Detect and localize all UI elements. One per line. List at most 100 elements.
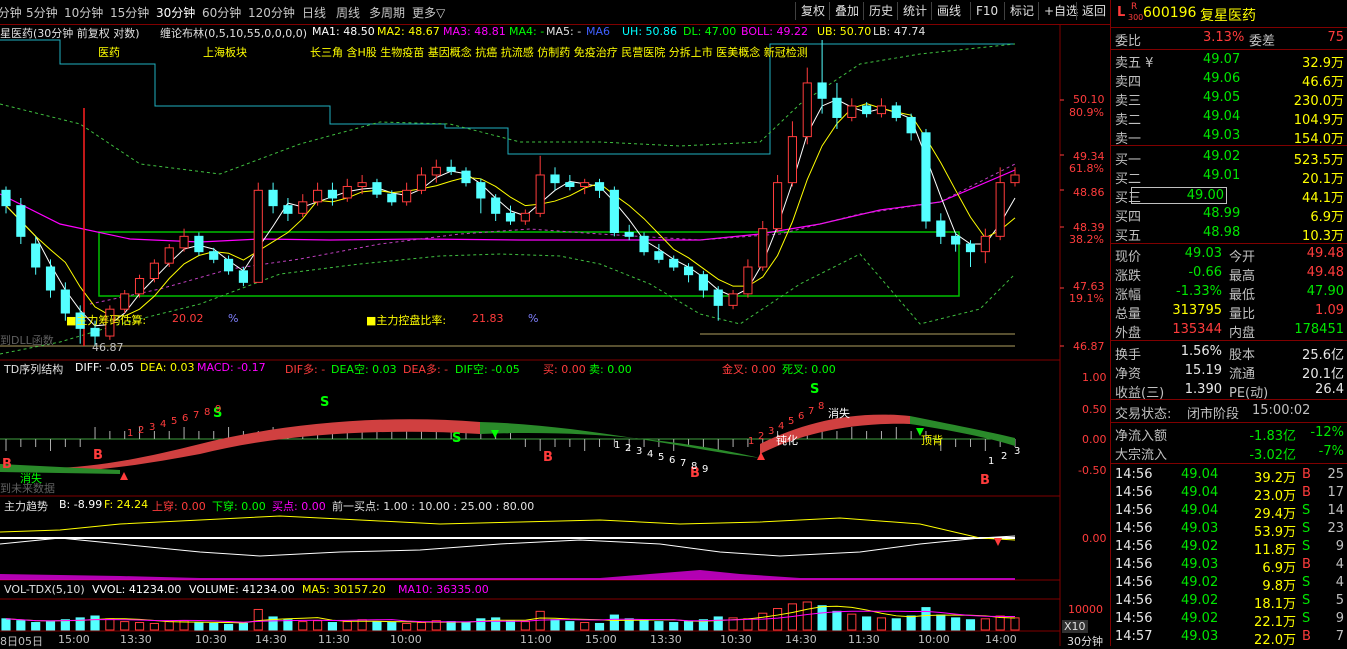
ask-volume: 104.9万: [1293, 113, 1344, 128]
tick-count: 17: [1327, 485, 1344, 500]
bid-volume: 10.3万: [1302, 229, 1344, 244]
concept-industry: 医药: [98, 46, 120, 59]
candle-body: [372, 182, 382, 195]
period-tab-2[interactable]: 10分钟: [64, 4, 103, 21]
stat2-value: 1.56%: [1180, 344, 1222, 359]
toolbar-button-2[interactable]: 历史: [863, 2, 893, 20]
bid-volume: 6.9万: [1310, 210, 1344, 225]
bid-row[interactable]: 买五 48.98 10.3万: [1111, 224, 1347, 244]
bid-row[interactable]: 买四 48.99 6.9万: [1111, 205, 1347, 225]
period-tab-4[interactable]: 30分钟: [156, 4, 195, 21]
tick-side: B: [1302, 557, 1311, 572]
bid-row[interactable]: 买一 49.02 523.5万: [1111, 148, 1347, 168]
tick-time: 14:56: [1115, 557, 1153, 572]
ask-row[interactable]: 卖二 49.04 104.9万: [1111, 108, 1347, 128]
period-tab-0[interactable]: 1分钟: [0, 4, 22, 21]
toolbar-button-4[interactable]: 画线: [931, 2, 961, 20]
stat2-value: 15.19: [1184, 363, 1222, 378]
period-tab-7[interactable]: 日线: [302, 4, 326, 21]
volume-bar: [609, 614, 619, 631]
tick-row[interactable]: 14:56 49.04 29.4万 S 14: [1111, 502, 1347, 522]
volume-bar: [802, 601, 812, 631]
volume-bar: [164, 621, 174, 631]
bid-row[interactable]: 买二 49.01 20.1万: [1111, 167, 1347, 187]
toolbar-button-7[interactable]: +自选: [1038, 2, 1078, 20]
tick-row[interactable]: 14:56 49.03 53.9万 S 23: [1111, 520, 1347, 540]
volume-bar: [520, 621, 530, 631]
volume-bar: [283, 619, 293, 631]
volume-bar: [416, 622, 427, 631]
candle-body: [550, 174, 560, 184]
candle-body: [149, 262, 159, 280]
bid-price: 49.00: [1131, 187, 1227, 204]
stat-label-2: 内盘: [1229, 326, 1256, 341]
toolbar-button-1[interactable]: 叠加: [829, 2, 859, 20]
volume-bar: [223, 623, 234, 631]
toolbar-button-3[interactable]: 统计: [897, 2, 927, 20]
tick-row[interactable]: 14:56 49.04 23.0万 B 17: [1111, 484, 1347, 504]
volume-bar: [268, 616, 278, 631]
trend-f-line: [0, 515, 1016, 541]
toolbar-button-8[interactable]: 返回: [1076, 2, 1106, 20]
tick-row[interactable]: 14:56 49.02 22.1万 S 9: [1111, 610, 1347, 630]
period-tab-1[interactable]: 5分钟: [26, 4, 58, 21]
ask-row[interactable]: 卖一 49.03 154.0万: [1111, 127, 1347, 147]
period-tab-6[interactable]: 120分钟: [248, 4, 295, 21]
period-tab-5[interactable]: 60分钟: [202, 4, 241, 21]
toolbar-button-6[interactable]: 标记: [1004, 2, 1034, 20]
stat2-row: 净资 15.19 流通 20.1亿: [1111, 362, 1347, 382]
volume-bar: [387, 622, 397, 631]
candle-body: [535, 174, 545, 214]
stat-value: 49.03: [1184, 246, 1222, 261]
volume-bar: [683, 621, 694, 631]
period-tab-8[interactable]: 周线: [336, 4, 360, 21]
trend-maidian: 买点: 0.00: [272, 500, 326, 513]
td-signal-marker: B: [980, 473, 990, 488]
td-count-marker: 6: [798, 411, 804, 422]
weicha-label: 委差: [1249, 34, 1276, 49]
candle-body: [253, 189, 263, 283]
ask-row[interactable]: 卖四 49.06 46.6万: [1111, 70, 1347, 90]
bid-label: 买一: [1115, 153, 1142, 168]
td-count-marker: 2: [138, 425, 144, 436]
concept-list: 长三角 含H股 生物疫苗 基因概念 抗癌 抗流感 仿制药 免疫治疗 民营医院 分…: [310, 46, 808, 59]
volume-bar: [60, 619, 70, 631]
kline-chart[interactable]: BB BB BSSSS1 2 3 4 5 6 7 8 91 2 3 4 5 6 7 8 91 2 3 4 5 6 7 81 2 3: [0, 24, 1110, 646]
tick-side: S: [1302, 575, 1311, 590]
time-label: 10:00: [918, 633, 950, 646]
volume-bar: [876, 617, 887, 631]
stat-label: 现价: [1115, 250, 1142, 265]
ask-row[interactable]: 卖五 ¥ 49.07 32.9万: [1111, 51, 1347, 71]
volume-bar: [906, 615, 916, 631]
period-tab-9[interactable]: 多周期: [369, 4, 405, 21]
candle-body: [268, 189, 278, 207]
tick-side: S: [1302, 593, 1311, 608]
volume-bar: [1, 618, 11, 631]
candle-body: [817, 82, 827, 99]
tick-row[interactable]: 14:56 49.02 18.1万 S 5: [1111, 592, 1347, 612]
tick-row[interactable]: 14:56 49.04 39.2万 B 25: [1111, 466, 1347, 486]
tick-row[interactable]: 14:57 49.03 22.0万 B 7: [1111, 628, 1347, 648]
candle-body: [624, 231, 634, 237]
candle-body: [980, 235, 990, 253]
period-tab-10[interactable]: 更多▽: [412, 4, 445, 21]
td-signal-marker: B: [2, 457, 12, 472]
ma5-value: MA5: -: [546, 25, 582, 38]
ask-row[interactable]: 卖三 49.05 230.0万: [1111, 89, 1347, 109]
volume-bar: [639, 620, 649, 631]
bid-row[interactable]: 买三 49.00 44.1万: [1111, 186, 1347, 206]
axis-price-6: 46.87: [1073, 340, 1105, 353]
tick-row[interactable]: 14:56 49.02 9.8万 S 4: [1111, 574, 1347, 594]
td-count-marker: 6: [669, 455, 675, 466]
volume-bar: [743, 618, 753, 631]
ask-price: 49.05: [1203, 90, 1241, 105]
candle-body: [387, 193, 397, 203]
candle-body: [787, 136, 798, 184]
ask-volume: 154.0万: [1293, 132, 1344, 147]
tick-row[interactable]: 14:56 49.02 11.8万 S 9: [1111, 538, 1347, 558]
toolbar-button-0[interactable]: 复权: [795, 2, 825, 20]
tick-row[interactable]: 14:56 49.03 6.9万 B 4: [1111, 556, 1347, 576]
volume-bar: [313, 620, 323, 631]
toolbar-button-5[interactable]: F10: [970, 2, 998, 20]
period-tab-3[interactable]: 15分钟: [110, 4, 149, 21]
